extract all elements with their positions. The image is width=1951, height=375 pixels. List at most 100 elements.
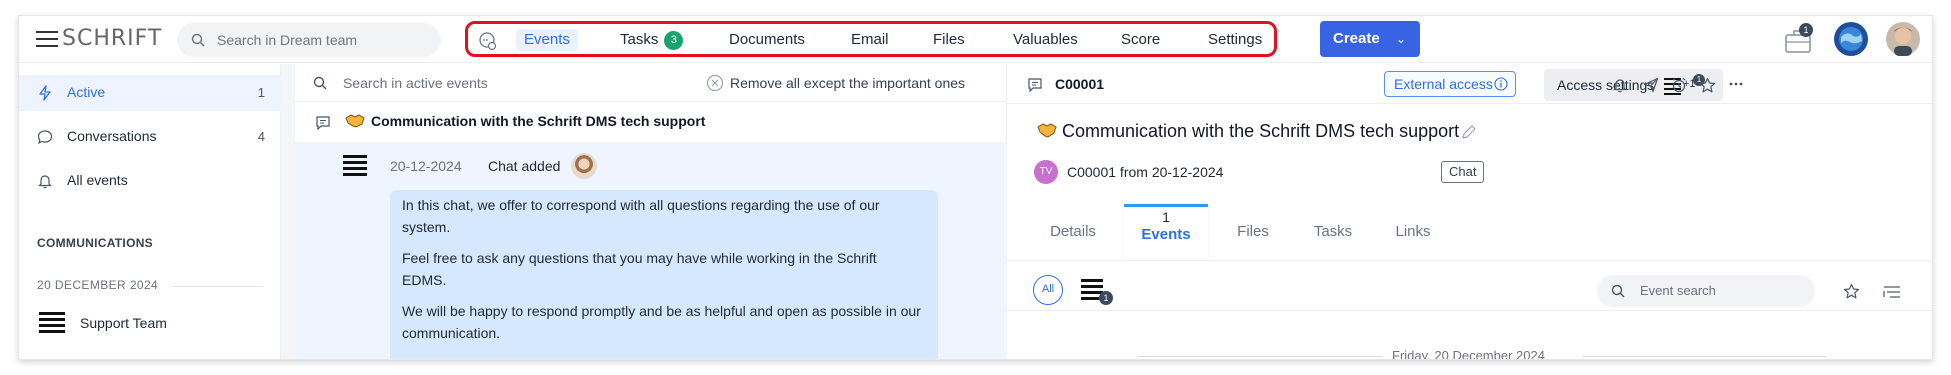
message-paragraph: In this chat, we offer to correspond wit… bbox=[402, 197, 880, 235]
event-detail-panel: C00001 External access Access settings +… bbox=[1007, 64, 1932, 360]
bell-icon[interactable] bbox=[1612, 77, 1628, 93]
tab-tasks[interactable]: Tasks 3 bbox=[620, 29, 684, 51]
star-icon[interactable] bbox=[1699, 77, 1716, 94]
team-stack-icon bbox=[39, 312, 65, 336]
sidebar-item-all-events[interactable]: All events bbox=[19, 163, 281, 199]
author-initials-avatar: TV bbox=[1034, 160, 1058, 184]
event-thread: 20-12-2024 Chat added In this chat, we o… bbox=[295, 142, 1007, 359]
event-item-header[interactable]: Communication with the Schrift DMS tech … bbox=[295, 104, 1007, 139]
divider bbox=[1137, 356, 1382, 357]
user-avatar[interactable] bbox=[1885, 20, 1921, 63]
tab-details[interactable]: Details bbox=[1035, 206, 1111, 242]
detail-meta: C00001 from 20-12-2024 bbox=[1067, 164, 1224, 180]
day-divider-label: Friday, 20 December 2024 bbox=[1392, 348, 1545, 360]
message-paragraph: Feel free to ask any questions that you … bbox=[402, 250, 877, 288]
date-group-label: 20 DECEMBER 2024 bbox=[37, 278, 159, 292]
remove-circle-icon[interactable] bbox=[706, 74, 724, 92]
sidebar-item-support-team[interactable]: Support Team bbox=[19, 302, 281, 346]
alarm-clock-icon[interactable] bbox=[1671, 77, 1687, 93]
message-bubble: In this chat, we offer to correspond wit… bbox=[390, 190, 938, 359]
panel-gutter bbox=[281, 64, 295, 359]
tab-files[interactable]: Files bbox=[933, 29, 965, 51]
tab-score[interactable]: Score bbox=[1121, 29, 1160, 51]
event-code: C00001 bbox=[1055, 76, 1105, 92]
team-stack-icon bbox=[343, 155, 367, 179]
author-avatar bbox=[571, 153, 597, 179]
detail-title: Communication with the Schrift DMS tech … bbox=[1062, 121, 1460, 141]
app-logo: SCHRIFT bbox=[62, 26, 163, 51]
event-title: Communication with the Schrift DMS tech … bbox=[371, 113, 706, 129]
events-search-bar[interactable]: Search in active events Remove all excep… bbox=[295, 64, 1007, 102]
access-settings-button[interactable]: Access settings +1 1 bbox=[1544, 69, 1723, 101]
global-search-input[interactable] bbox=[217, 31, 427, 49]
tab-events-detail[interactable]: 1 Events bbox=[1124, 204, 1208, 261]
section-heading: COMMUNICATIONS bbox=[37, 236, 153, 250]
sidebar: Active 1 Conversations 4 All events COMM… bbox=[19, 64, 281, 359]
tab-links-detail[interactable]: Links bbox=[1379, 206, 1447, 242]
event-search-placeholder: Event search bbox=[1640, 283, 1716, 298]
briefcase-icon: 1 bbox=[1785, 23, 1813, 53]
event-search[interactable]: Event search bbox=[1597, 275, 1815, 307]
send-icon[interactable] bbox=[1643, 77, 1659, 93]
sidebar-item-count: 4 bbox=[257, 129, 265, 144]
chat-square-icon bbox=[316, 116, 330, 131]
tab-valuables[interactable]: Valuables bbox=[1013, 29, 1078, 51]
star-filter-icon[interactable] bbox=[1843, 283, 1860, 300]
more-options-icon[interactable] bbox=[1729, 82, 1743, 86]
events-panel: Search in active events Remove all excep… bbox=[295, 64, 1007, 359]
external-access-button[interactable]: External access bbox=[1384, 71, 1516, 97]
sidebar-item-active[interactable]: Active 1 bbox=[19, 75, 281, 111]
tab-tasks-detail[interactable]: Tasks bbox=[1298, 206, 1368, 242]
handshake-icon bbox=[1037, 123, 1057, 138]
tab-files-detail[interactable]: Files bbox=[1219, 206, 1287, 242]
type-chip: Chat bbox=[1441, 161, 1485, 183]
info-icon bbox=[1494, 77, 1508, 91]
briefcase-badge: 1 bbox=[1803, 25, 1808, 35]
divider bbox=[1582, 356, 1827, 357]
hamburger-menu-icon[interactable] bbox=[36, 31, 58, 47]
app-window: SCHRIFT Events Tasks3 Documents Email Fi… bbox=[18, 15, 1933, 360]
entry-action: Chat added bbox=[488, 158, 561, 174]
entry-date: 20-12-2024 bbox=[390, 158, 462, 174]
lightning-icon bbox=[39, 85, 51, 101]
sidebar-item-label: Conversations bbox=[67, 128, 157, 144]
global-search[interactable] bbox=[177, 23, 441, 57]
filter-all-button[interactable]: All bbox=[1033, 275, 1063, 305]
chevron-down-icon: ⌄ bbox=[1395, 32, 1406, 46]
tab-documents[interactable]: Documents bbox=[729, 29, 805, 51]
tab-events[interactable]: Events bbox=[516, 29, 578, 51]
edit-pencil-icon[interactable] bbox=[1460, 123, 1478, 141]
chat-settings-icon[interactable] bbox=[478, 31, 498, 51]
events-tab-count: 1 bbox=[1162, 209, 1170, 225]
tab-email[interactable]: Email bbox=[851, 29, 889, 51]
sidebar-item-label: Active bbox=[67, 84, 106, 100]
remove-unimportant-link[interactable]: Remove all except the important ones bbox=[730, 75, 965, 91]
globe-button[interactable] bbox=[1833, 21, 1869, 62]
event-filters: All 1 Event search bbox=[1007, 261, 1932, 311]
search-icon bbox=[1611, 284, 1625, 298]
search-icon bbox=[191, 33, 205, 47]
chat-square-icon bbox=[1028, 78, 1042, 93]
globe-icon bbox=[1834, 22, 1868, 56]
tasks-count-badge: 3 bbox=[664, 31, 684, 50]
events-search-placeholder: Search in active events bbox=[343, 75, 488, 91]
handshake-icon bbox=[345, 114, 365, 128]
sort-filter-icon[interactable] bbox=[1883, 284, 1901, 300]
sidebar-item-conversations[interactable]: Conversations 4 bbox=[19, 119, 281, 155]
module-tabs: Events Tasks 3 Documents Email Files Valu… bbox=[465, 21, 1277, 57]
team-filter-badge: 1 bbox=[1099, 291, 1113, 305]
divider bbox=[171, 286, 263, 287]
detail-header: C00001 External access Access settings +… bbox=[1007, 64, 1932, 104]
bell-icon bbox=[38, 175, 52, 189]
sidebar-item-label: Support Team bbox=[80, 315, 167, 331]
sidebar-item-label: All events bbox=[67, 172, 128, 188]
message-paragraph: We will be happy to respond promptly and… bbox=[402, 303, 921, 341]
chat-bubble-icon bbox=[37, 130, 53, 145]
sidebar-item-count: 1 bbox=[257, 85, 265, 100]
create-button[interactable]: Create ⌄ bbox=[1320, 21, 1420, 57]
search-icon bbox=[313, 76, 327, 90]
briefcase-button[interactable]: 1 bbox=[1783, 22, 1815, 61]
top-bar: SCHRIFT Events Tasks3 Documents Email Fi… bbox=[19, 16, 1932, 63]
tab-settings[interactable]: Settings bbox=[1208, 29, 1262, 51]
user-avatar-icon bbox=[1886, 22, 1920, 56]
